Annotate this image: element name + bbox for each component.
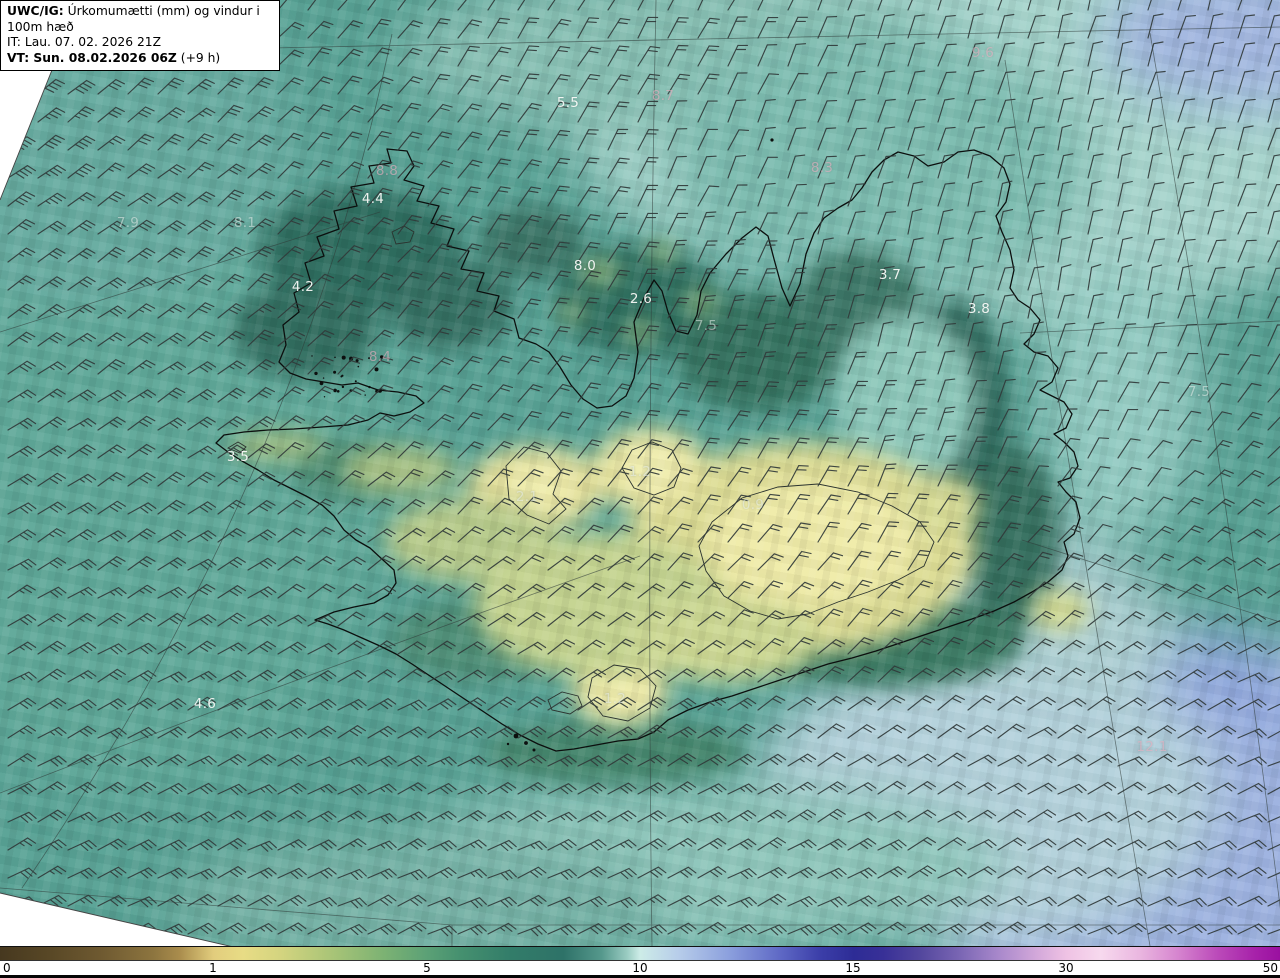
islet-dot — [311, 355, 313, 357]
wind-barbs-layer — [7, 0, 1280, 937]
title-line-1: UWC/IG: Úrkomumætti (mm) og vindur i 100… — [7, 4, 260, 34]
islet-dot — [334, 356, 336, 359]
colorbar-gradient — [0, 946, 1280, 961]
domain-edge-wedges — [0, 0, 232, 946]
colorbar-tick: 0 — [3, 961, 11, 975]
colorbar-footer: 0 1 5 10 15 30 50 — [0, 946, 1280, 978]
colorbar-tick: 5 — [423, 961, 431, 975]
map-canvas: 5.5 8.7 9.6 7.9 8.1 4.4 8.8 4.2 8.0 2.6 7.5 8.3 3.7 3… — [0, 0, 1280, 946]
graticule — [0, 0, 1280, 946]
islet-dot — [357, 365, 360, 368]
islet-dot — [341, 385, 345, 389]
title-box: UWC/IG: Úrkomumætti (mm) og vindur i 100… — [0, 0, 280, 72]
title-line-3-valid-time: VT: Sun. 08.02.2026 06Z (+9 h) — [7, 50, 221, 65]
map-overlay — [0, 0, 1280, 946]
islet-dot — [333, 370, 337, 374]
islet-dot — [341, 355, 346, 360]
colorbar-ticks: 0 1 5 10 15 30 50 — [0, 961, 1280, 975]
islet-dot — [323, 396, 326, 398]
islet-dot — [314, 371, 318, 376]
colorbar-tick: 10 — [632, 961, 648, 975]
coastline — [215, 148, 1081, 752]
colorbar-tick: 15 — [845, 961, 861, 975]
product-id: UWC/IG: — [7, 4, 64, 18]
islet-dot — [374, 367, 379, 372]
colorbar-tick: 30 — [1058, 961, 1074, 975]
islet-dot — [354, 380, 357, 383]
islet-dot — [368, 385, 371, 389]
islet-dot — [319, 381, 324, 386]
colorbar-tick: 1 — [209, 961, 217, 975]
islet-dot — [364, 394, 366, 396]
islet-dot — [340, 375, 343, 378]
islet-dot — [368, 357, 371, 360]
islet-dot — [322, 377, 325, 379]
weather-map-page: { "header": { "line1_label": "UWC/IG:", … — [0, 0, 1280, 978]
title-line-2-init-time: IT: Lau. 07. 02. 2026 21Z — [7, 35, 162, 50]
colorbar-tick: 50 — [1262, 961, 1278, 975]
wind-barbs — [7, 0, 1280, 937]
islet-dot — [336, 390, 340, 393]
